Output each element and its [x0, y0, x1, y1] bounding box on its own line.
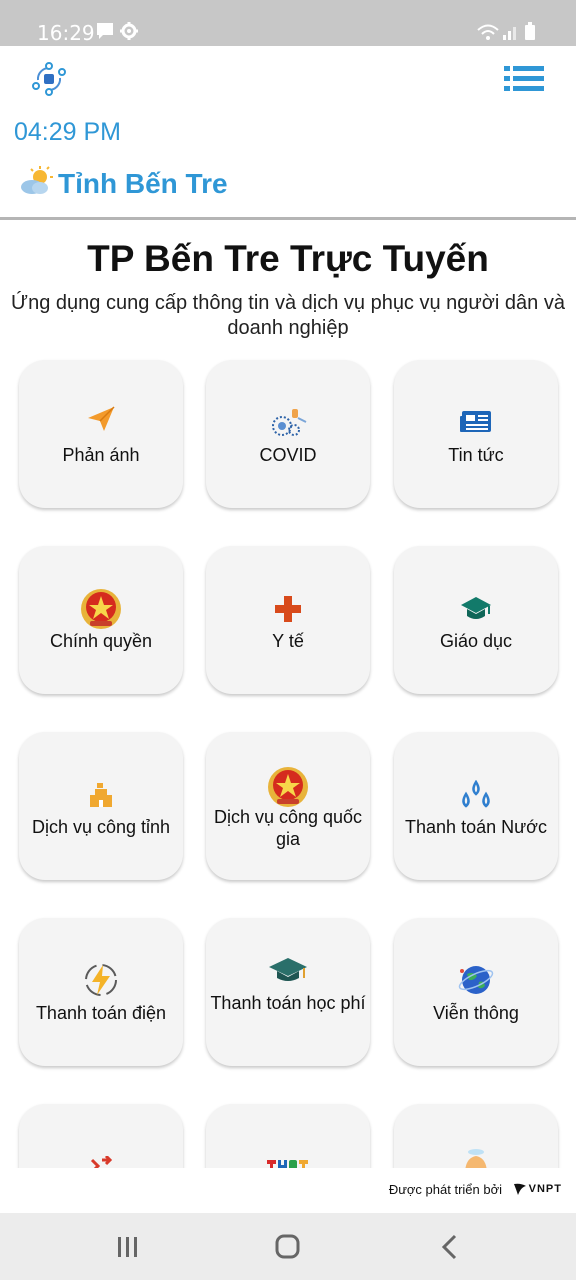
tile-thanh-toan-dien[interactable]: Thanh toán điện	[19, 918, 183, 1066]
tile-dich-vu-cong-quoc-gia[interactable]: Dịch vụ công quốc gia	[206, 732, 370, 880]
bell-icon	[394, 1148, 558, 1168]
tile-label: Thanh toán học phí	[210, 993, 366, 1013]
partly-cloudy-icon	[18, 166, 54, 201]
tile-label: Y tế	[272, 631, 304, 651]
status-left-icons	[96, 22, 140, 47]
tile-thanh-toan-hoc-phi[interactable]: Thanh toán học phí	[206, 918, 370, 1066]
back-icon[interactable]	[435, 1233, 465, 1261]
wifi-icon	[477, 24, 499, 40]
vnpt-swoosh-icon	[513, 1183, 526, 1195]
vnpt-logo: VNPT	[513, 1182, 562, 1196]
water-drops-icon	[394, 780, 558, 810]
tile-label: Phản ánh	[62, 445, 140, 465]
graduation-cap-icon	[206, 956, 370, 984]
location[interactable]: Tỉnh Bến Tre	[18, 166, 228, 201]
thbt-logo-icon	[206, 1156, 370, 1168]
brand-name: VNPT	[528, 1183, 562, 1195]
tile-y-te[interactable]: Y tế	[206, 546, 370, 694]
service-grid: Phản ánh COVID Tin tức Chính quyền Y tế …	[0, 350, 576, 1168]
recent-apps-icon[interactable]	[113, 1233, 143, 1261]
tile-label: Viễn thông	[433, 1003, 519, 1023]
tile-label: Dịch vụ công tỉnh	[31, 817, 171, 837]
tile-label: Dịch vụ công quốc gia	[213, 807, 363, 849]
tile-chinh-quyen[interactable]: Chính quyền	[19, 546, 183, 694]
transport-icon	[19, 1156, 183, 1168]
tile-thanh-toan-nuoc[interactable]: Thanh toán Nước	[394, 732, 558, 880]
tile-label: Chính quyền	[49, 631, 153, 651]
signal-icon	[503, 27, 516, 40]
newspaper-icon	[394, 410, 558, 434]
status-right-icons	[476, 22, 540, 47]
tile-covid[interactable]: COVID	[206, 360, 370, 508]
paper-plane-icon	[19, 406, 183, 432]
tile-label: Thanh toán điện	[35, 1003, 167, 1023]
message-icon	[97, 23, 113, 39]
footer: Được phát triển bởi VNPT	[0, 1168, 576, 1213]
list-menu-icon[interactable]	[504, 66, 544, 92]
settings-gear-icon	[120, 22, 138, 40]
home-icon[interactable]	[273, 1233, 303, 1261]
app-header: 04:29 PM Tỉnh Bến Tre	[0, 46, 576, 220]
lightning-icon	[19, 962, 183, 998]
graduation-cap-icon	[394, 596, 558, 622]
page-subtitle: Ứng dụng cung cấp thông tin và dịch vụ p…	[11, 292, 565, 339]
tile-label: Tin tức	[448, 445, 504, 465]
location-name: Tỉnh Bến Tre	[58, 167, 228, 199]
app-logo-icon[interactable]	[30, 60, 68, 98]
tile-phan-anh[interactable]: Phản ánh	[19, 360, 183, 508]
tile-vien-thong[interactable]: Viễn thông	[394, 918, 558, 1066]
tile-tin-tuc[interactable]: Tin tức	[394, 360, 558, 508]
tile-giao-duc[interactable]: Giáo dục	[394, 546, 558, 694]
system-nav-bar	[0, 1213, 576, 1280]
tile-label: Thanh toán Nước	[405, 817, 547, 837]
clock: 04:29 PM	[14, 118, 122, 146]
globe-icon	[394, 962, 558, 998]
tile-row5-left[interactable]	[19, 1104, 183, 1168]
status-time: 16:29	[37, 21, 95, 45]
virus-icon	[206, 406, 370, 438]
tile-row5-middle[interactable]	[206, 1104, 370, 1168]
tile-label: COVID	[259, 445, 317, 465]
battery-icon	[525, 22, 535, 40]
developed-by-text: Được phát triển bởi	[388, 1182, 502, 1197]
tile-row5-right[interactable]	[394, 1104, 558, 1168]
page-title: TP Bến Tre Trực Tuyến	[87, 238, 489, 279]
provincial-building-icon	[19, 782, 183, 808]
medical-cross-icon	[206, 596, 370, 622]
status-bar: 16:29	[0, 0, 576, 46]
tile-label: Giáo dục	[439, 631, 513, 651]
national-emblem-icon	[206, 766, 370, 808]
national-emblem-icon	[19, 588, 183, 630]
tile-dich-vu-cong-tinh[interactable]: Dịch vụ công tỉnh	[19, 732, 183, 880]
